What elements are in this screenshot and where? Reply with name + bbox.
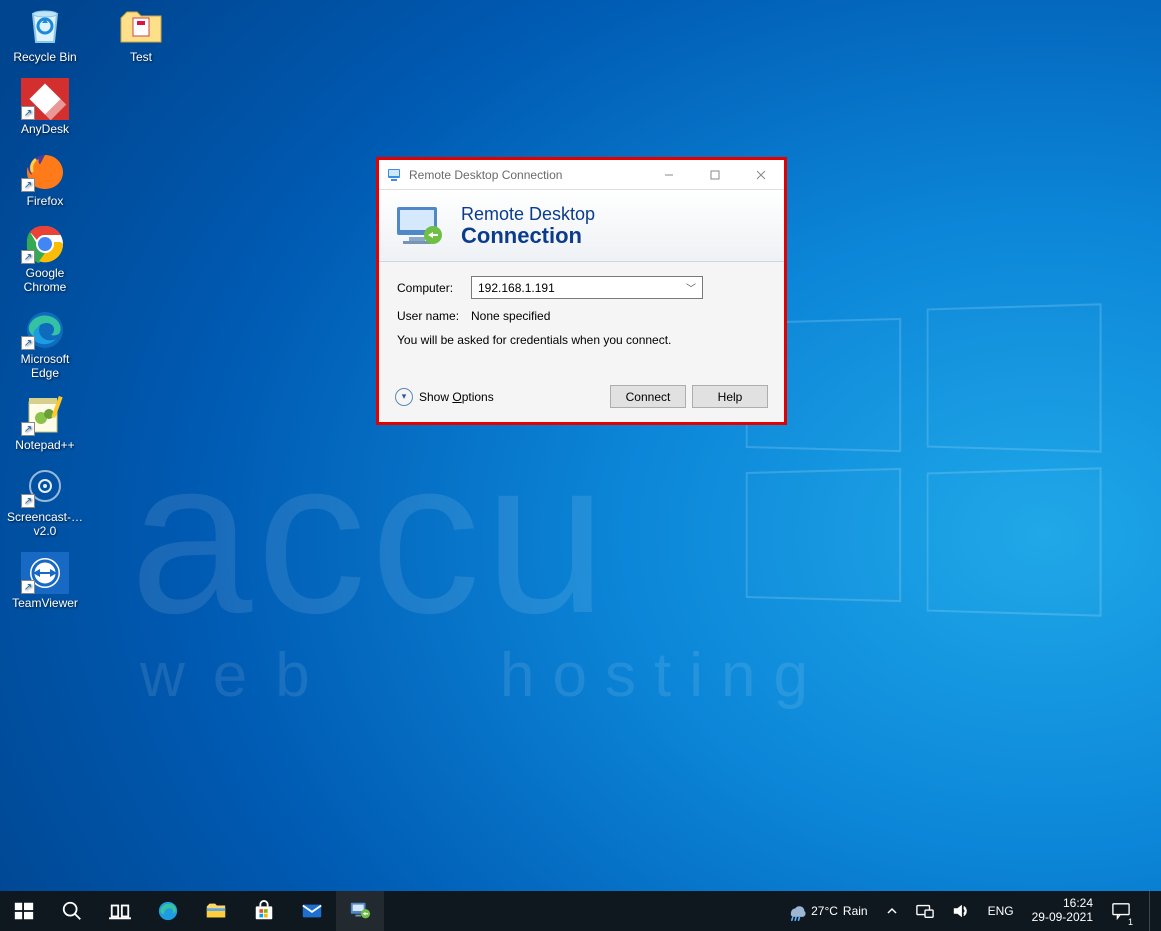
start-button[interactable] (0, 891, 48, 931)
chevron-down-icon: ﹀ (686, 280, 696, 295)
firefox-icon: ↗ (21, 150, 69, 192)
desktop-icon-test-folder[interactable]: Test (102, 6, 180, 64)
desktop-icon-screencast[interactable]: ↗ Screencast-… v2.0 (6, 466, 84, 538)
rdc-window: Remote Desktop Connection (376, 157, 787, 425)
computer-label: Computer: (397, 281, 471, 295)
maximize-button[interactable] (692, 160, 738, 190)
notepadpp-icon: ↗ (21, 394, 69, 436)
shortcut-arrow-icon: ↗ (21, 106, 35, 120)
weather-widget[interactable]: 27°C Rain (782, 891, 872, 931)
taskbar-app-rdc[interactable] (336, 891, 384, 931)
edge-icon: ↗ (21, 308, 69, 350)
taskbar-app-explorer[interactable] (192, 891, 240, 931)
shortcut-arrow-icon: ↗ (21, 178, 35, 192)
shortcut-arrow-icon: ↗ (21, 250, 35, 264)
minimize-button[interactable] (646, 160, 692, 190)
desktop-icon-label: Screencast-… v2.0 (6, 510, 84, 538)
shortcut-arrow-icon: ↗ (21, 336, 35, 350)
action-center-button[interactable]: 1 (1107, 891, 1135, 931)
desktop-icon-label: Firefox (27, 194, 64, 208)
recycle-bin-icon (21, 6, 69, 48)
tray-volume-icon[interactable] (948, 891, 974, 931)
desktop-icon-label: AnyDesk (21, 122, 69, 136)
weather-temp: 27°C (811, 904, 838, 918)
weather-cond: Rain (843, 904, 868, 918)
watermark-web: web (140, 640, 338, 711)
rdc-title: Remote Desktop Connection (409, 168, 646, 182)
computer-value: 192.168.1.191 (478, 281, 555, 295)
watermark-hosting: hosting (500, 640, 826, 711)
rdc-banner-line1: Remote Desktop (461, 204, 595, 225)
screencast-icon: ↗ (21, 466, 69, 508)
connect-button[interactable]: Connect (610, 385, 686, 408)
rdc-banner-line2: Connection (461, 225, 595, 247)
taskbar-app-store[interactable] (240, 891, 288, 931)
teamviewer-icon: ↗ (21, 552, 69, 594)
shortcut-arrow-icon: ↗ (21, 580, 35, 594)
computer-combobox[interactable]: 192.168.1.191 ﹀ (471, 276, 703, 299)
rdc-banner: Remote Desktop Connection (379, 190, 784, 262)
tray-network-icon[interactable] (912, 891, 938, 931)
tray-language[interactable]: ENG (984, 891, 1018, 931)
desktop-icon-chrome[interactable]: ↗ Google Chrome (6, 222, 84, 294)
desktop-icon-recycle-bin[interactable]: Recycle Bin (6, 6, 84, 64)
show-desktop-button[interactable] (1149, 891, 1155, 931)
show-options-label: Show Options (419, 390, 494, 404)
desktop-icon-label: Google Chrome (6, 266, 84, 294)
chevron-down-icon: ▾ (395, 388, 413, 406)
username-label: User name: (397, 309, 471, 323)
watermark-accu: accu (130, 410, 611, 663)
chrome-icon: ↗ (21, 222, 69, 264)
task-view-button[interactable] (96, 891, 144, 931)
folder-icon (117, 6, 165, 48)
taskbar: 27°C Rain ENG 16:24 29-09-2021 (0, 891, 1161, 931)
desktop-icon-firefox[interactable]: ↗ Firefox (6, 150, 84, 208)
desktop-icon-edge[interactable]: ↗ Microsoft Edge (6, 308, 84, 380)
taskbar-app-mail[interactable] (288, 891, 336, 931)
desktop-icon-label: TeamViewer (12, 596, 78, 610)
rdc-app-icon (387, 167, 403, 183)
taskbar-app-edge[interactable] (144, 891, 192, 931)
rdc-banner-icon (393, 203, 447, 249)
notification-count: 1 (1128, 917, 1133, 927)
search-button[interactable] (48, 891, 96, 931)
desktop: accu web hosting Recycle Bin (0, 0, 1161, 891)
shortcut-arrow-icon: ↗ (21, 494, 35, 508)
windows-logo-watermark (741, 320, 1101, 600)
help-button[interactable]: Help (692, 385, 768, 408)
credentials-hint: You will be asked for credentials when y… (397, 333, 766, 347)
desktop-icon-label: Microsoft Edge (6, 352, 84, 380)
desktop-icon-label: Notepad++ (15, 438, 74, 452)
desktop-icon-teamviewer[interactable]: ↗ TeamViewer (6, 552, 84, 610)
desktop-icon-notepadpp[interactable]: ↗ Notepad++ (6, 394, 84, 452)
tray-overflow-button[interactable] (882, 891, 902, 931)
language-indicator: ENG (988, 904, 1014, 918)
clock-time: 16:24 (1032, 897, 1093, 911)
show-options-toggle[interactable]: ▾ Show Options (395, 388, 494, 406)
username-value: None specified (471, 309, 550, 323)
tray-clock[interactable]: 16:24 29-09-2021 (1028, 891, 1097, 931)
close-button[interactable] (738, 160, 784, 190)
desktop-icon-label: Test (130, 50, 152, 64)
anydesk-icon: ↗ (21, 78, 69, 120)
clock-date: 29-09-2021 (1032, 911, 1093, 925)
shortcut-arrow-icon: ↗ (21, 422, 35, 436)
desktop-icon-label: Recycle Bin (13, 50, 76, 64)
rdc-titlebar[interactable]: Remote Desktop Connection (379, 160, 784, 190)
desktop-icon-anydesk[interactable]: ↗ AnyDesk (6, 78, 84, 136)
